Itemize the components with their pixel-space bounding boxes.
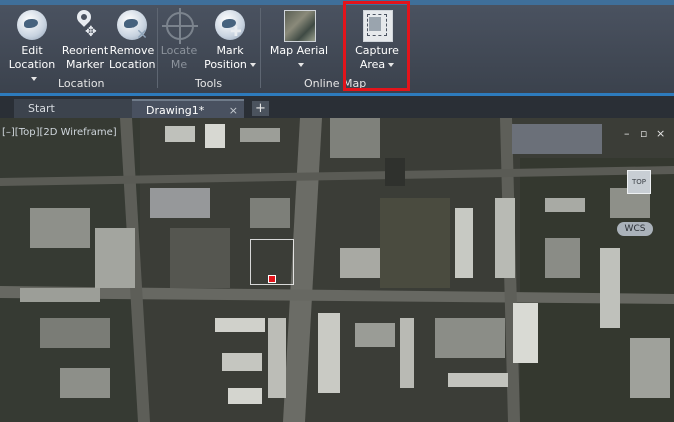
globe-mark-icon: ✚ [213, 8, 247, 42]
tab-start-label: Start [28, 102, 55, 115]
minimize-icon[interactable]: – [624, 127, 630, 140]
globe-remove-icon: ✕ [115, 8, 149, 42]
remove-location-button[interactable]: ✕ Remove Location [109, 8, 156, 72]
edit-location-button[interactable]: Edit Location [6, 8, 58, 86]
mark-position-button[interactable]: ✚ Mark Position [204, 8, 256, 72]
drawing-viewport[interactable]: [–][Top][2D Wireframe] – ▫ × TOP WCS [0, 118, 674, 422]
chevron-down-icon [249, 63, 256, 67]
aerial-map-image [0, 118, 674, 422]
tab-drawing1[interactable]: Drawing1* × [132, 99, 244, 118]
restore-icon[interactable]: ▫ [640, 127, 647, 140]
close-viewport-icon[interactable]: × [656, 127, 665, 140]
remove-location-label: Remove Location [109, 44, 156, 71]
chevron-down-icon [30, 77, 37, 81]
map-aerial-label: Map Aerial [269, 44, 329, 57]
mark-position-label: Mark Position [204, 44, 247, 71]
reorient-marker-button[interactable]: ✥ Reorient Marker [60, 7, 110, 72]
aerial-map-icon [282, 8, 316, 42]
crosshair-icon [162, 8, 198, 44]
chevron-down-icon [297, 63, 304, 67]
location-panel-title: Location [58, 77, 105, 90]
panel-separator [157, 8, 158, 88]
add-tab-button[interactable]: + [252, 101, 269, 116]
tools-panel-title: Tools [195, 77, 223, 90]
map-aerial-button[interactable]: Map Aerial [268, 8, 330, 72]
panel-separator [260, 8, 261, 88]
tab-drawing1-label: Drawing1* [146, 104, 205, 117]
tab-start[interactable]: Start [14, 99, 132, 118]
location-marker-icon[interactable] [268, 275, 276, 283]
globe-edit-icon [15, 8, 49, 42]
viewcube[interactable]: TOP [627, 170, 651, 194]
capture-area-highlight [343, 1, 410, 91]
pin-move-icon: ✥ [68, 7, 102, 42]
edit-location-label: Edit Location [8, 44, 56, 71]
locate-me-label: Locate Me [160, 44, 198, 71]
wcs-menu[interactable]: WCS [617, 222, 653, 236]
reorient-marker-label: Reorient Marker [61, 44, 109, 71]
locate-me-button[interactable]: Locate Me [160, 8, 198, 72]
viewport-controls-label[interactable]: [–][Top][2D Wireframe] [2, 127, 117, 138]
